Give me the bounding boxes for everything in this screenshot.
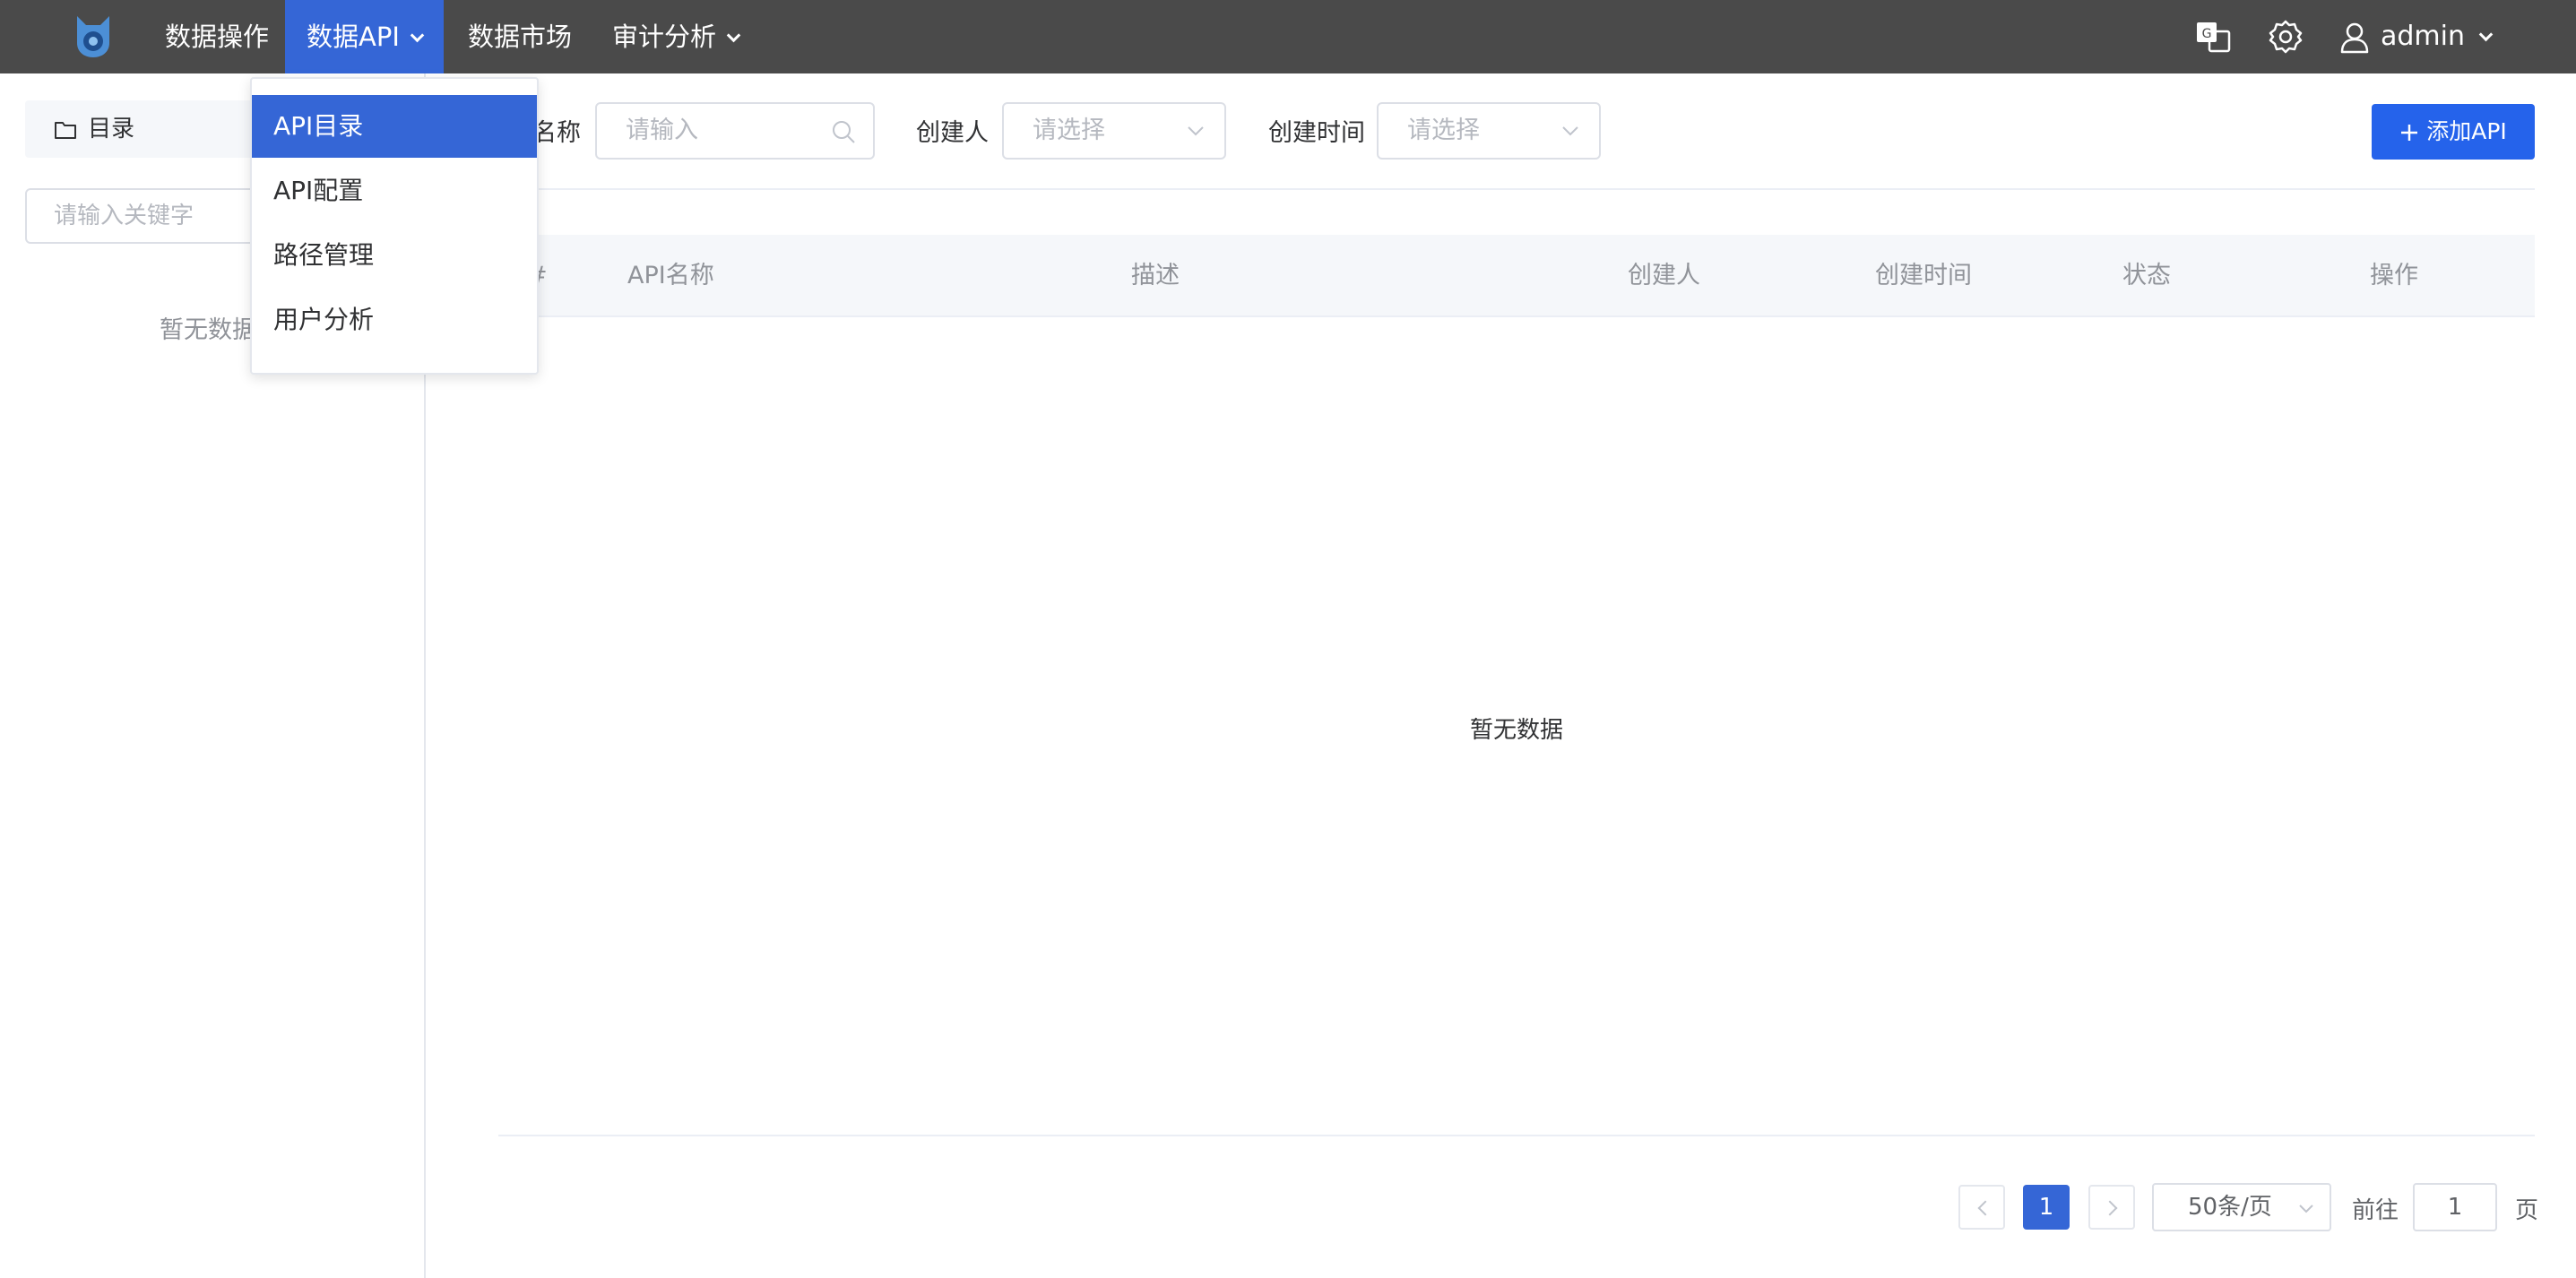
data-api-dropdown-menu: API目录 API配置 路径管理 用户分析 [250,77,539,375]
chevron-down-icon [1188,126,1204,136]
plus-icon [2401,125,2418,141]
api-name-placeholder: 请输入 [626,117,698,144]
column-header-description: 描述 [1131,262,1180,289]
menu-item-api-catalog[interactable]: API目录 [252,95,537,158]
table-bottom-border [498,1135,2535,1136]
chevron-down-icon [410,28,425,43]
folder-icon [55,121,76,139]
nav-item-data-operation[interactable]: 数据操作 [143,0,290,73]
nav-item-label: 数据操作 [165,22,270,52]
user-name: admin [2381,21,2465,52]
chevron-down-icon [1562,126,1578,136]
settings-gear-icon[interactable] [2267,18,2304,56]
user-menu[interactable]: admin [2339,0,2494,73]
user-icon [2340,22,2369,53]
creator-label: 创建人 [916,119,989,147]
nav-item-label: 数据市场 [468,22,573,52]
goto-page-input[interactable]: 1 [2413,1183,2497,1231]
directory-title: 目录 [88,116,135,142]
goto-prefix: 前往 [2352,1197,2399,1224]
add-api-button[interactable]: 添加API [2372,104,2535,160]
chevron-down-icon [2299,1205,2313,1213]
column-header-status: 状态 [2122,262,2171,289]
page-number-current[interactable]: 1 [2023,1185,2070,1230]
creator-select[interactable]: 请选择 [1002,102,1226,160]
column-header-creator: 创建人 [1628,262,1700,289]
column-header-actions: 操作 [2370,262,2418,289]
filter-divider [498,188,2535,190]
chevron-down-icon [2478,27,2494,42]
nav-item-label: 数据API [307,22,400,52]
svg-text:G: G [2202,27,2212,41]
table-header: # API名称 描述 创建人 创建时间 状态 操作 [498,235,2535,317]
sidebar-empty-text: 暂无数据 [160,316,256,344]
top-navbar: 数据操作 数据API 数据市场 审计分析 G admin [0,0,2576,73]
nav-item-data-api[interactable]: 数据API [285,0,444,73]
api-name-input[interactable]: 请输入 [595,102,875,160]
creator-placeholder: 请选择 [1033,117,1105,144]
menu-item-api-config[interactable]: API配置 [252,160,537,222]
chevron-right-icon [2102,1200,2118,1216]
page-size-select[interactable]: 50条/页 [2152,1183,2331,1231]
chevron-left-icon [1977,1200,1993,1216]
app-logo-icon[interactable] [72,13,115,59]
nav-item-data-market[interactable]: 数据市场 [446,0,593,73]
next-page-button[interactable] [2088,1185,2135,1230]
search-icon [833,121,855,143]
page-size-value: 50条/页 [2188,1194,2272,1221]
chevron-down-icon [726,28,741,43]
translate-icon[interactable]: G [2194,18,2232,56]
nav-item-audit-analysis[interactable]: 审计分析 [591,0,760,73]
menu-item-user-analysis[interactable]: 用户分析 [252,289,537,351]
created-time-placeholder: 请选择 [1407,117,1480,144]
column-header-api-name: API名称 [627,262,714,289]
add-api-label: 添加API [2426,118,2507,144]
created-time-select[interactable]: 请选择 [1377,102,1601,160]
prev-page-button[interactable] [1958,1185,2005,1230]
table-empty-text: 暂无数据 [1470,717,1564,744]
column-header-created-time: 创建时间 [1875,262,1972,289]
goto-suffix: 页 [2515,1197,2539,1224]
nav-item-label: 审计分析 [612,22,717,52]
created-time-label: 创建时间 [1268,119,1365,147]
menu-item-path-management[interactable]: 路径管理 [252,224,537,287]
